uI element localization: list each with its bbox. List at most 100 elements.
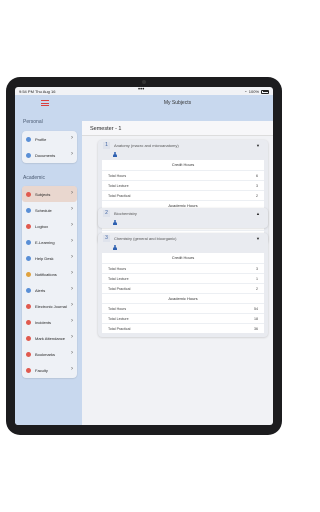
person-icon[interactable] <box>112 152 117 157</box>
chevron-right-icon: › <box>71 238 73 244</box>
row-value: 6 <box>256 173 258 178</box>
semester-bar: Semester - 1 <box>82 121 273 136</box>
hamburger-menu-icon[interactable] <box>41 100 49 106</box>
chevron-right-icon: › <box>71 206 73 212</box>
subject-name: Anatomy (macro and microanatomy) <box>114 143 179 148</box>
subject-card[interactable]: 1 Anatomy (macro and microanatomy) ▼ Credit… <box>98 140 268 244</box>
row-value: 36 <box>254 326 258 331</box>
sidebar-item-bookmarks[interactable]: Bookmarks › <box>22 346 77 362</box>
semester-label: Semester - 1 <box>90 126 122 132</box>
row-label: Total Practical <box>108 193 131 198</box>
personal-nav-group: Profile › Documents › <box>22 131 77 163</box>
chevron-right-icon: › <box>71 366 73 372</box>
logbox-icon <box>26 223 31 229</box>
sidebar-item-mark-attendance[interactable]: Mark Attendance › <box>22 330 77 346</box>
documents-icon <box>26 152 31 158</box>
attendance-icon <box>26 335 31 341</box>
sidebar-item-label: Help Desk <box>35 255 54 261</box>
subject-card-header[interactable]: 1 Anatomy (macro and microanatomy) ▼ <box>98 140 268 160</box>
academic-section-label: Academic <box>23 175 45 181</box>
sidebar-item-label: Alerts <box>35 287 46 293</box>
sidebar-item-help-desk[interactable]: Help Desk › <box>22 250 77 266</box>
subject-number: 2 <box>103 210 110 217</box>
sidebar-item-label: Schedule <box>35 207 52 213</box>
sidebar-item-faculty[interactable]: Faculty › <box>22 362 77 378</box>
chevron-right-icon: › <box>71 286 73 292</box>
sidebar-item-schedule[interactable]: Schedule › <box>22 202 77 218</box>
chevron-right-icon: › <box>71 151 73 157</box>
row-label: Total Practical <box>108 326 131 331</box>
sidebar-item-label: Electronic Journal <box>35 303 67 309</box>
sidebar-item-notifications[interactable]: Notifications › <box>22 266 77 282</box>
sidebar-item-label: Mark Attendance <box>35 335 66 341</box>
row-label: Total Lecture <box>108 316 129 321</box>
table-row: Total Hours 6 <box>102 170 264 180</box>
subjects-icon <box>26 191 31 197</box>
chevron-right-icon: › <box>71 190 73 196</box>
expand-toggle-icon[interactable]: ▼ <box>256 143 260 148</box>
chevron-right-icon: › <box>71 350 73 356</box>
subject-number: 1 <box>103 142 110 149</box>
sidebar-item-electronic-journal[interactable]: Electronic Journal › <box>22 298 77 314</box>
status-date-text: Thu Aug 16 <box>34 89 56 94</box>
sidebar-item-label: Notifications <box>35 271 57 277</box>
row-label: Total Lecture <box>108 276 129 281</box>
sidebar-item-profile[interactable]: Profile › <box>22 131 77 147</box>
person-icon[interactable] <box>112 220 117 225</box>
camera-dot <box>142 80 146 84</box>
expand-toggle-icon[interactable]: ▼ <box>256 236 260 241</box>
incidents-icon <box>26 319 31 325</box>
sidebar-item-alerts[interactable]: Alerts › <box>22 282 77 298</box>
subject-card-header[interactable]: 2 Biochemistry ▲ <box>98 208 268 228</box>
sidebar-item-label: Subjects <box>35 191 51 197</box>
status-time-text: 9:54 PM <box>19 89 34 94</box>
status-right: ◔ 100% <box>244 89 269 94</box>
table-row: Total Lecture 1 <box>102 273 264 283</box>
sidebar-item-label: Documents <box>35 152 56 158</box>
subject-number: 3 <box>103 235 110 242</box>
bookmarks-icon <box>26 351 31 357</box>
multitask-dots-icon[interactable]: ••• <box>138 87 144 93</box>
row-value: 18 <box>254 316 258 321</box>
sidebar-item-label: Incidents <box>35 319 52 325</box>
table-row: Total Practical 2 <box>102 283 264 293</box>
sidebar-item-label: E-Learning <box>35 239 55 245</box>
status-bar: 9:54 PM Thu Aug 16 ••• ◔ 100% <box>15 87 273 95</box>
profile-icon <box>26 136 31 142</box>
subject-details: Credit Hours Total Hours 6 Total Lecture 3 To… <box>102 160 264 240</box>
app-screen: 9:54 PM Thu Aug 16 ••• ◔ 100% Personal P… <box>15 87 273 425</box>
sidebar-item-label: Logbox <box>35 223 49 229</box>
chevron-right-icon: › <box>71 222 73 228</box>
row-label: Total Lecture <box>108 183 129 188</box>
expand-toggle-icon[interactable]: ▲ <box>256 211 260 216</box>
battery-icon <box>261 89 269 94</box>
sidebar-item-logbox[interactable]: Logbox › <box>22 218 77 234</box>
subject-card-header[interactable]: 3 Chemistry (general and bioorganic) ▼ <box>98 233 268 253</box>
faculty-icon <box>26 367 31 373</box>
person-icon[interactable] <box>112 245 117 250</box>
page-title: My Subjects <box>163 100 192 106</box>
sidebar-item-incidents[interactable]: Incidents › <box>22 314 77 330</box>
row-label: Total Practical <box>108 286 131 291</box>
sidebar-item-label: Faculty <box>35 367 48 373</box>
schedule-icon <box>26 207 31 213</box>
sidebar: Personal Profile › Documents › Academic Sub… <box>15 95 82 425</box>
subject-details: Credit Hours Total Hours 3 Total Lecture 1 To… <box>102 253 264 333</box>
sidebar-item-documents[interactable]: Documents › <box>22 147 77 163</box>
subject-card[interactable]: 3 Chemistry (general and bioorganic) ▼ Cred… <box>98 233 268 337</box>
sidebar-item-e-learning[interactable]: E-Learning › <box>22 234 77 250</box>
subject-card[interactable]: 2 Biochemistry ▲ <box>98 208 268 228</box>
chevron-right-icon: › <box>71 318 73 324</box>
sidebar-item-label: Profile <box>35 136 47 142</box>
chevron-right-icon: › <box>71 302 73 308</box>
row-label: Total Hours <box>108 173 127 178</box>
sidebar-item-subjects[interactable]: Subjects › <box>22 186 77 202</box>
notifications-icon <box>26 271 31 277</box>
personal-section-label: Personal <box>23 119 43 125</box>
row-value: 1 <box>256 276 258 281</box>
main-content: My Subjects Semester - 1 1 Anatomy (macro… <box>82 95 273 425</box>
row-value: 2 <box>256 193 258 198</box>
tablet-frame: 9:54 PM Thu Aug 16 ••• ◔ 100% Personal P… <box>6 77 282 435</box>
table-row: Total Practical 2 <box>102 190 264 200</box>
table-row: Total Hours 54 <box>102 303 264 313</box>
